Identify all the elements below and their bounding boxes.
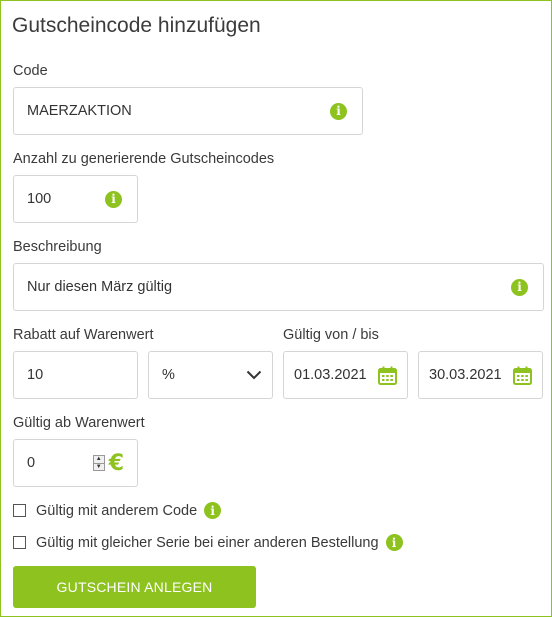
create-voucher-button[interactable]: GUTSCHEIN ANLEGEN: [13, 566, 256, 608]
valid-from-value: 01.03.2021: [294, 367, 367, 383]
valid-to-value: 30.03.2021: [429, 367, 502, 383]
checkbox-other-code-label: Gültig mit anderem Code: [36, 502, 198, 519]
code-input[interactable]: MAERZAKTION i: [13, 87, 363, 135]
count-label: Anzahl zu generierende Gutscheincodes: [13, 151, 275, 167]
voucher-form-panel: Gutscheincode hinzufügen Code MAERZAKTIO…: [0, 0, 552, 617]
checkbox-same-series[interactable]: [13, 536, 26, 549]
count-value: 100: [27, 191, 52, 207]
chevron-down-icon: [246, 370, 262, 380]
discount-unit-value: %: [162, 367, 175, 383]
description-value: Nur diesen März gültig: [27, 279, 173, 295]
info-icon[interactable]: i: [330, 102, 347, 120]
min-value-value: 0: [27, 455, 36, 471]
checkbox-other-code[interactable]: [13, 504, 26, 517]
description-label: Beschreibung: [13, 239, 102, 255]
valid-to-input[interactable]: 30.03.2021: [418, 351, 543, 399]
number-spinner[interactable]: ▲ ▼: [92, 455, 105, 471]
min-value-input[interactable]: 0 ▲ ▼ €: [13, 439, 138, 487]
validity-label: Gültig von / bis: [283, 327, 379, 343]
valid-from-input[interactable]: 01.03.2021: [283, 351, 408, 399]
discount-label: Rabatt auf Warenwert: [13, 327, 154, 343]
euro-icon: €: [108, 450, 124, 476]
calendar-icon[interactable]: [513, 366, 532, 385]
info-icon[interactable]: i: [385, 534, 403, 551]
code-value: MAERZAKTION: [27, 103, 132, 119]
checkbox-same-series-row[interactable]: Gültig mit gleicher Serie bei einer ande…: [13, 534, 403, 551]
count-input[interactable]: 100 i: [13, 175, 138, 223]
discount-input[interactable]: 10: [13, 351, 138, 399]
info-icon[interactable]: i: [511, 278, 528, 296]
description-input[interactable]: Nur diesen März gültig i: [13, 263, 544, 311]
calendar-icon[interactable]: [378, 366, 397, 385]
page-title: Gutscheincode hinzufügen: [12, 14, 261, 37]
checkbox-same-series-label: Gültig mit gleicher Serie bei einer ande…: [36, 534, 379, 551]
discount-unit-select[interactable]: %: [148, 351, 273, 399]
discount-value: 10: [27, 367, 44, 383]
spinner-down-icon[interactable]: ▼: [93, 462, 104, 470]
min-value-label: Gültig ab Warenwert: [13, 415, 145, 431]
code-label: Code: [13, 63, 48, 79]
info-icon[interactable]: i: [204, 502, 222, 519]
info-icon[interactable]: i: [105, 190, 122, 208]
checkbox-other-code-row[interactable]: Gültig mit anderem Code i: [13, 502, 222, 519]
